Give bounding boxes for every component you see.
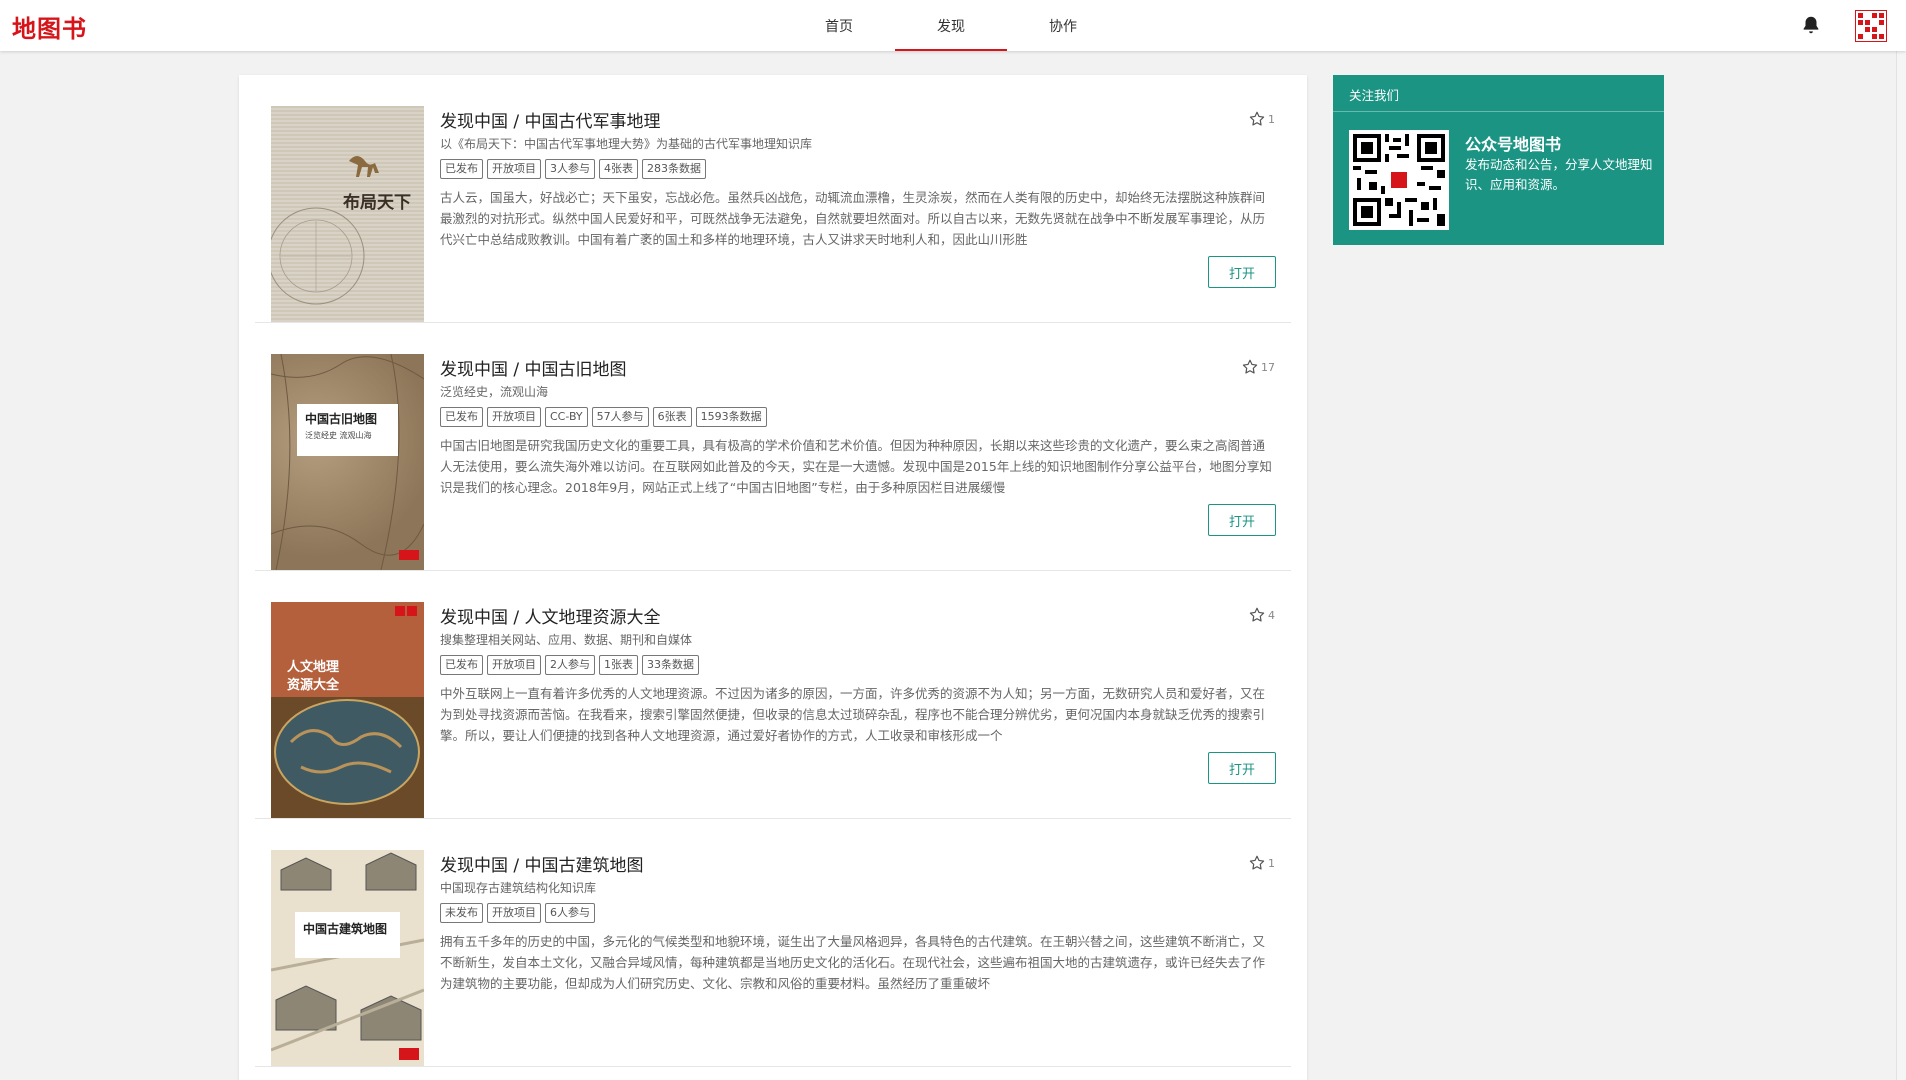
project-cover-image[interactable]: 人文地理 资源大全 <box>271 602 424 818</box>
access-badge: 开放项目 <box>487 159 541 179</box>
status-badge: 已发布 <box>440 159 483 179</box>
project-cover-image[interactable]: 中国古旧地图 泛览经史 流观山海 <box>271 354 424 570</box>
project-subtitle: 以《布局天下：中国古代军事地理大势》为基础的古代军事地理知识库 <box>440 137 813 151</box>
star-icon[interactable] <box>1248 606 1266 624</box>
app-logo[interactable]: 地图书 <box>12 9 87 44</box>
star-count: 4 <box>1268 608 1275 622</box>
participants-badge: 2人参与 <box>545 655 595 675</box>
project-subtitle: 中国现存古建筑结构化知识库 <box>440 881 597 895</box>
star-control[interactable]: 1 <box>1248 854 1275 872</box>
star-icon[interactable] <box>1241 358 1259 376</box>
top-navbar: 地图书 首页 发现 协作 <box>0 0 1906 51</box>
cover-title: 布局天下 <box>343 193 411 213</box>
project-title[interactable]: 发现中国 / 中国古旧地图 <box>440 355 627 380</box>
page-scrollbar[interactable] <box>1896 51 1906 1080</box>
user-avatar[interactable] <box>1855 10 1887 42</box>
open-button[interactable]: 打开 <box>1208 256 1276 288</box>
account-name: 公众号地图书 <box>1465 135 1562 154</box>
open-button[interactable]: 打开 <box>1208 504 1276 536</box>
star-icon[interactable] <box>1248 854 1266 872</box>
tables-badge: 1张表 <box>599 655 638 675</box>
follow-us-panel: 关注我们 公众号地图书 发布动态和公告，分享人文地理知识、应用和资源。 <box>1333 75 1664 245</box>
project-title[interactable]: 发现中国 / 中国古建筑地图 <box>440 851 644 876</box>
follow-heading: 关注我们 <box>1333 75 1664 112</box>
tables-badge: 4张表 <box>599 159 638 179</box>
project-card: 中国古旧地图 泛览经史 流观山海 发现中国 / 中国古旧地图 泛览经史，流观山海… <box>255 323 1291 571</box>
tab-home[interactable]: 首页 <box>783 0 895 51</box>
qr-code-image <box>1349 130 1449 230</box>
star-control[interactable]: 1 <box>1248 110 1275 128</box>
access-badge: 开放项目 <box>487 407 541 427</box>
records-badge: 283条数据 <box>642 159 706 179</box>
participants-badge: 57人参与 <box>591 407 649 427</box>
records-badge: 1593条数据 <box>695 407 767 427</box>
project-description: 中外互联网上一直有着许多优秀的人文地理资源。不过因为诸多的原因，一方面，许多优秀… <box>440 686 1266 743</box>
status-badge: 已发布 <box>440 407 483 427</box>
star-count: 17 <box>1261 360 1275 374</box>
account-description: 发布动态和公告，分享人文地理知识、应用和资源。 <box>1465 157 1653 192</box>
star-count: 1 <box>1268 112 1275 126</box>
tab-collaborate[interactable]: 协作 <box>1007 0 1119 51</box>
project-tags: 已发布 开放项目 3人参与 4张表 283条数据 <box>440 159 706 179</box>
cover-subtitle: 资源大全 <box>287 678 340 693</box>
project-title[interactable]: 发现中国 / 人文地理资源大全 <box>440 603 661 628</box>
main-nav: 首页 发现 协作 <box>783 0 1119 51</box>
star-count: 1 <box>1268 856 1275 870</box>
star-icon[interactable] <box>1248 110 1266 128</box>
project-list: 布局天下 发现中国 / 中国古代军事地理 以《布局天下：中国古代军事地理大势》为… <box>239 75 1307 1080</box>
star-control[interactable]: 4 <box>1248 606 1275 624</box>
participants-badge: 3人参与 <box>545 159 595 179</box>
license-badge: CC-BY <box>545 407 588 427</box>
cover-subtitle: 泛览经史 流观山海 <box>305 431 372 440</box>
project-card: 中国古建筑地图 发现中国 / 中国古建筑地图 中国现存古建筑结构化知识库 未发布… <box>255 819 1291 1067</box>
project-title[interactable]: 发现中国 / 中国古代军事地理 <box>440 107 661 132</box>
project-cover-image[interactable]: 中国古建筑地图 <box>271 850 424 1066</box>
cover-title: 中国古建筑地图 <box>303 922 388 936</box>
project-description: 古人云，国虽大，好战必亡；天下虽安，忘战必危。虽然兵凶战危，动辄流血漂橹，生灵涂… <box>440 190 1266 247</box>
cover-title: 人文地理 <box>287 660 340 675</box>
notification-bell-icon[interactable] <box>1800 14 1822 36</box>
access-badge: 开放项目 <box>487 903 541 923</box>
tables-badge: 6张表 <box>652 407 692 427</box>
project-card: 布局天下 发现中国 / 中国古代军事地理 以《布局天下：中国古代军事地理大势》为… <box>255 75 1291 323</box>
tab-discover[interactable]: 发现 <box>895 0 1007 51</box>
project-description: 中国古旧地图是研究我国历史文化的重要工具，具有极高的学术价值和艺术价值。但因为种… <box>440 438 1272 495</box>
project-subtitle: 搜集整理相关网站、应用、数据、期刊和自媒体 <box>440 633 693 647</box>
project-description: 拥有五千多年的历史的中国，多元化的气候类型和地貌环境，诞生出了大量风格迥异，各具… <box>440 934 1266 991</box>
project-cover-image[interactable]: 布局天下 <box>271 106 424 322</box>
status-badge: 未发布 <box>440 903 483 923</box>
participants-badge: 6人参与 <box>545 903 595 923</box>
project-card: 人文地理 资源大全 发现中国 / 人文地理资源大全 搜集整理相关网站、应用、数据… <box>255 571 1291 819</box>
project-subtitle: 泛览经史，流观山海 <box>440 385 549 399</box>
project-tags: 已发布 开放项目 2人参与 1张表 33条数据 <box>440 655 699 675</box>
project-tags: 已发布 开放项目 CC-BY 57人参与 6张表 1593条数据 <box>440 407 767 427</box>
records-badge: 33条数据 <box>642 655 699 675</box>
access-badge: 开放项目 <box>487 655 541 675</box>
star-control[interactable]: 17 <box>1241 358 1275 376</box>
status-badge: 已发布 <box>440 655 483 675</box>
cover-title: 中国古旧地图 <box>305 412 378 426</box>
open-button[interactable]: 打开 <box>1208 752 1276 784</box>
project-tags: 未发布 开放项目 6人参与 <box>440 903 595 923</box>
